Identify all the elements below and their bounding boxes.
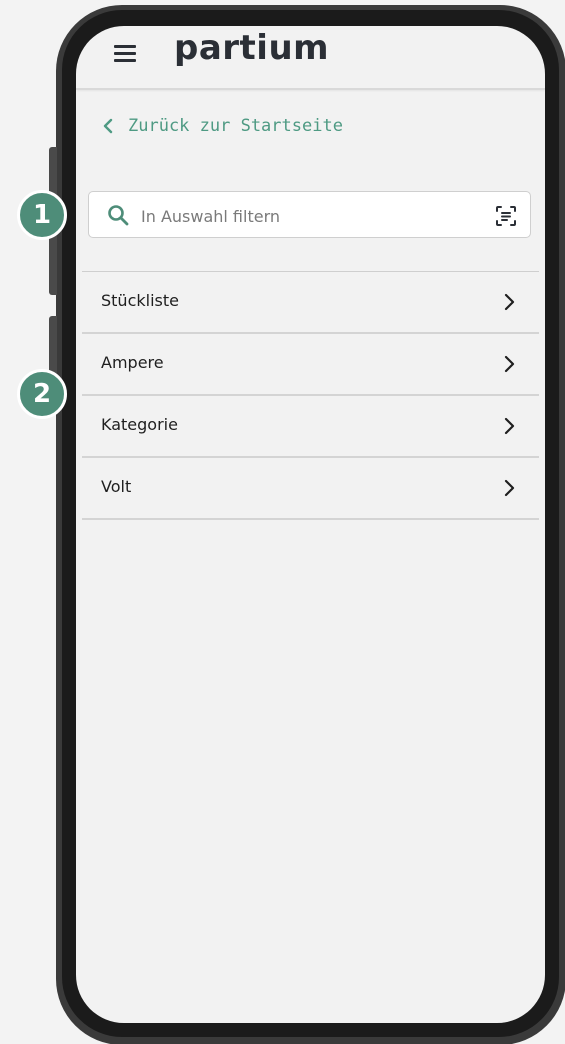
chevron-right-icon	[504, 293, 515, 311]
back-link-label: Zurück zur Startseite	[128, 116, 343, 136]
app-header: partium	[76, 26, 545, 90]
filter-search-input[interactable]	[139, 201, 483, 231]
filter-item-label: Stückliste	[101, 291, 179, 310]
chevron-left-icon	[103, 118, 113, 134]
filter-search-box[interactable]	[88, 191, 531, 238]
screenshot-stage: partium Zurück zur Startseite In Auswahl…	[0, 0, 565, 1044]
filter-item-label: Kategorie	[101, 415, 178, 434]
filter-item-kategorie[interactable]: Kategorie	[82, 396, 539, 458]
filter-item-volt[interactable]: Volt	[82, 458, 539, 520]
annotation-badge-2: 2	[17, 369, 67, 419]
chevron-right-icon	[504, 479, 515, 497]
hamburger-icon[interactable]	[114, 45, 136, 63]
annotation-badge-1: 1	[17, 190, 67, 240]
chevron-right-icon	[504, 417, 515, 435]
phone-screen: partium Zurück zur Startseite In Auswahl…	[76, 26, 545, 1023]
search-icon	[108, 205, 129, 226]
filter-item-label: Ampere	[101, 353, 164, 372]
brand-logo: partium	[174, 28, 330, 68]
filter-item-label: Volt	[101, 477, 132, 496]
scan-text-icon[interactable]	[494, 204, 518, 228]
filter-list: Stückliste Ampere Kategorie Volt	[82, 271, 539, 520]
filter-item-ampere[interactable]: Ampere	[82, 334, 539, 396]
chevron-right-icon	[504, 355, 515, 373]
filter-item-stueckliste[interactable]: Stückliste	[82, 272, 539, 334]
back-to-home-link[interactable]: Zurück zur Startseite	[100, 114, 343, 138]
